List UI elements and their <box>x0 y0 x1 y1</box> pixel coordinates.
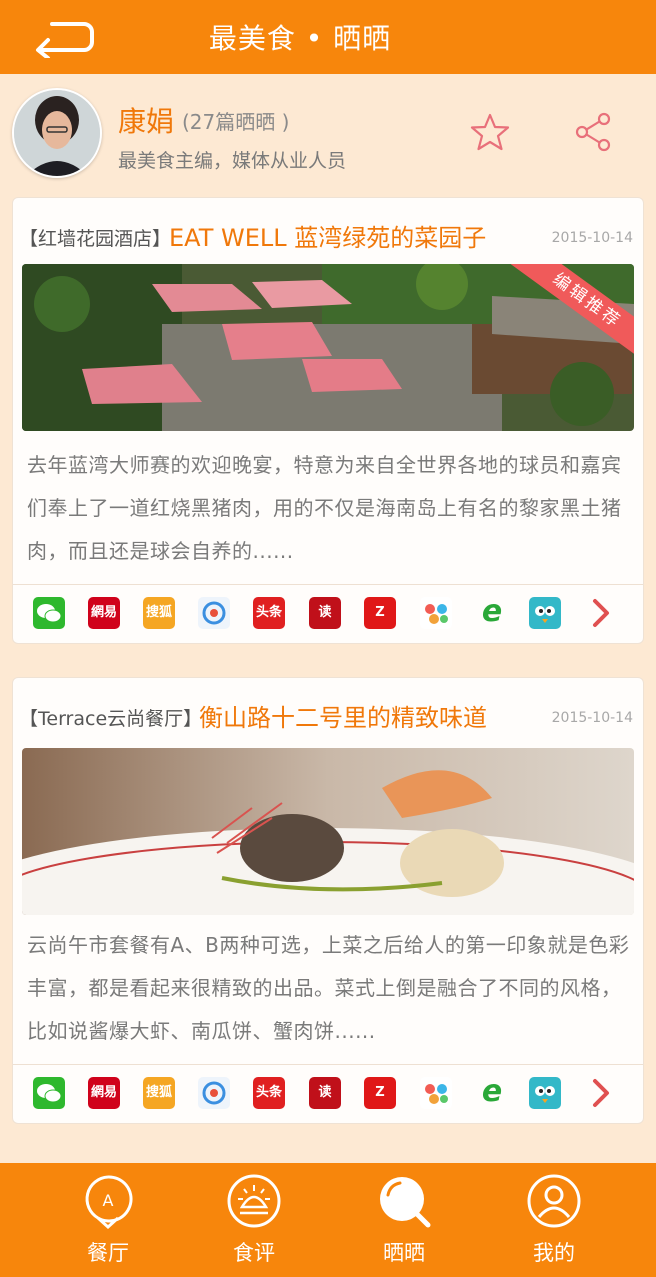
tab-label: 餐厅 <box>87 1241 129 1265</box>
sohu-icon[interactable]: 搜狐 <box>143 597 175 629</box>
dots-icon[interactable] <box>420 1077 452 1109</box>
restaurant-name: 【Terrace云尚餐厅】 <box>19 708 203 730</box>
tab-label: 晒晒 <box>383 1241 425 1265</box>
post-title[interactable]: EAT WELL 蓝湾绿苑的菜园子 <box>169 218 486 253</box>
bottom-tab-bar: A 餐厅 食评 晒晒 我的 <box>0 1163 656 1277</box>
bird-icon[interactable] <box>529 1077 561 1109</box>
chevron-right-icon[interactable] <box>589 1077 613 1109</box>
tab-label: 我的 <box>533 1241 575 1265</box>
share-row: 網易 搜狐 头条读 Ze <box>13 1064 643 1123</box>
post-card[interactable]: 【Terrace云尚餐厅】 衡山路十二号里的精致味道 2015-10-14 云尚… <box>12 677 644 1124</box>
tab-review[interactable]: 食评 <box>194 1163 314 1277</box>
post-card[interactable]: 【红墙花园酒店】 EAT WELL 蓝湾绿苑的菜园子 2015-10-14 编辑… <box>12 197 644 644</box>
bird-icon[interactable] <box>529 597 561 629</box>
share-row: 網易 搜狐 头条读 Ze <box>13 584 643 643</box>
post-date: 2015-10-14 <box>551 710 633 726</box>
top-bar: 最美食 • 晒晒 <box>0 0 656 74</box>
restaurant-name: 【红墙花园酒店】 <box>19 228 172 250</box>
post-excerpt: 云尚午市套餐有A、B两种可选，上菜之后给人的第一印象就是色彩丰富，都是看起来很精… <box>27 933 630 1043</box>
chevron-right-icon[interactable] <box>589 597 613 629</box>
ie-icon[interactable]: e <box>476 1077 508 1109</box>
profile-header: 康娟 (27篇晒晒 ) 最美食主编，媒体从业人员 <box>0 74 656 194</box>
post-image[interactable] <box>22 748 634 915</box>
sohu-icon[interactable]: 搜狐 <box>143 1077 175 1109</box>
share-icon <box>575 112 611 152</box>
qq-news-icon[interactable] <box>198 597 230 629</box>
post-image[interactable]: 编辑推荐 <box>22 264 634 431</box>
tab-restaurant[interactable]: A 餐厅 <box>48 1163 168 1277</box>
post-excerpt: 去年蓝湾大师赛的欢迎晚宴，特意为来自全世界各地的球员和嘉宾们奉上了一道红烧黑猪肉… <box>27 453 622 563</box>
zaker-icon[interactable]: Z <box>364 597 396 629</box>
post-date: 2015-10-14 <box>551 230 633 246</box>
restaurant-icon: A <box>85 1175 133 1229</box>
post-count: (27篇晒晒 ) <box>182 110 290 134</box>
zaker-icon[interactable]: Z <box>364 1077 396 1109</box>
netease-icon[interactable]: 網易 <box>88 597 120 629</box>
star-icon <box>470 113 510 151</box>
wechat-icon[interactable] <box>33 597 65 629</box>
qq-news-icon[interactable] <box>198 1077 230 1109</box>
review-icon <box>227 1174 281 1228</box>
page-title: 最美食 • 晒晒 <box>208 22 392 55</box>
toutiao-icon[interactable]: 头条 <box>253 597 285 629</box>
user-name: 康娟 <box>118 105 175 138</box>
favorite-button[interactable] <box>470 112 510 152</box>
share-food-icon <box>380 1177 431 1228</box>
toutiao-icon[interactable]: 头条 <box>253 1077 285 1109</box>
du-icon[interactable]: 读 <box>309 597 341 629</box>
wechat-icon[interactable] <box>33 1077 65 1109</box>
profile-icon <box>527 1174 581 1228</box>
share-button[interactable] <box>574 112 614 152</box>
post-title[interactable]: 衡山路十二号里的精致味道 <box>199 698 487 733</box>
avatar[interactable] <box>12 88 102 178</box>
dots-icon[interactable] <box>420 597 452 629</box>
netease-icon[interactable]: 網易 <box>88 1077 120 1109</box>
user-description: 最美食主编，媒体从业人员 <box>118 150 347 172</box>
du-icon[interactable]: 读 <box>309 1077 341 1109</box>
tab-label: 食评 <box>233 1241 275 1265</box>
tab-share-food[interactable]: 晒晒 <box>344 1163 464 1277</box>
svg-text:A: A <box>103 1191 114 1210</box>
tab-profile[interactable]: 我的 <box>494 1163 614 1277</box>
ie-icon[interactable]: e <box>476 597 508 629</box>
